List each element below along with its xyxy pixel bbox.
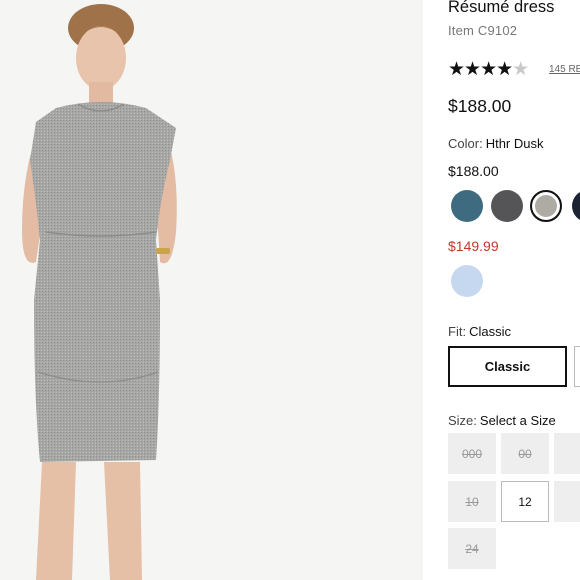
fit-label-text: Fit: [448, 324, 467, 339]
fit-option-next[interactable] [574, 346, 580, 387]
selected-fit-name: Classic [469, 324, 511, 339]
regular-price: $188.00 [448, 163, 499, 179]
star-icons: ★★★★ [448, 59, 513, 80]
selected-color-name: Hthr Dusk [485, 136, 544, 151]
size-label: Size: Select a Size [448, 413, 556, 428]
size-prompt: Select a Size [479, 413, 556, 428]
size-option-00[interactable]: 00 [501, 433, 549, 474]
color-swatch-charcoal[interactable] [491, 190, 523, 222]
sale-price: $149.99 [448, 238, 499, 254]
color-swatch-navy[interactable] [572, 190, 580, 222]
color-swatch-light-blue[interactable] [451, 265, 483, 297]
size-option-24[interactable]: 24 [448, 528, 496, 569]
color-swatch-teal[interactable] [451, 190, 483, 222]
size-option-10[interactable]: 10 [448, 481, 496, 522]
size-option-overflow-1[interactable] [554, 433, 580, 474]
size-label-text: Size: [448, 413, 477, 428]
reviews-link[interactable]: 145 RE [549, 64, 580, 75]
color-swatch-hthr-dusk[interactable] [530, 190, 562, 222]
size-option-12[interactable]: 12 [501, 481, 549, 522]
color-label-text: Color: [448, 136, 483, 151]
item-number: Item C9102 [448, 23, 518, 38]
size-option-000[interactable]: 000 [448, 433, 496, 474]
model-wearing-dress-image [0, 0, 423, 580]
product-details-panel: Résumé dress Item C9102 ★★★★★ 145 RE $18… [423, 0, 580, 580]
color-label: Color: Hthr Dusk [448, 136, 543, 151]
rating-stars[interactable]: ★★★★★ [448, 58, 529, 81]
product-title: Résumé dress [448, 0, 555, 16]
fit-label: Fit: Classic [448, 324, 511, 339]
fit-option-classic[interactable]: Classic [448, 346, 567, 387]
product-price: $188.00 [448, 96, 512, 116]
size-option-overflow-2[interactable] [554, 481, 580, 522]
product-photo[interactable] [0, 0, 423, 580]
star-partial-icon: ★ [512, 59, 529, 80]
